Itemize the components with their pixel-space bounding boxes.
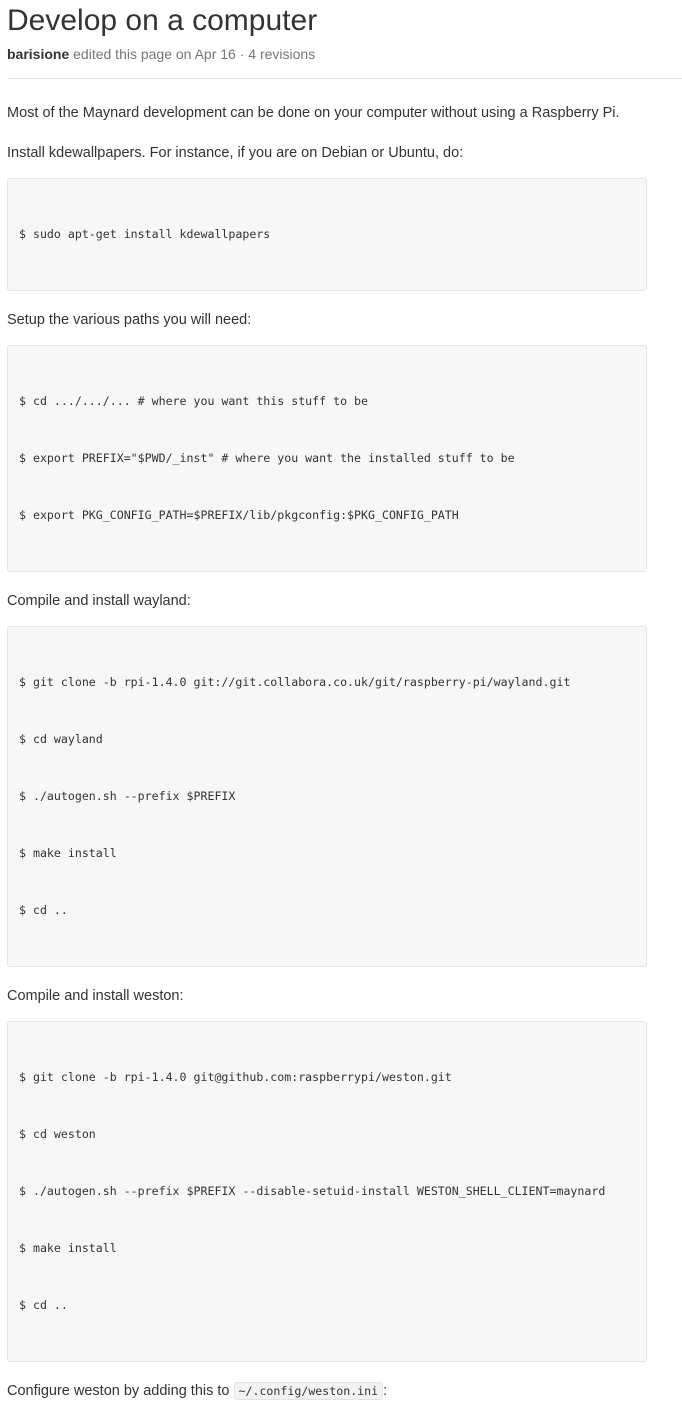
- code-line: $ cd ..: [19, 1298, 68, 1312]
- revisions-link[interactable]: 4 revisions: [248, 46, 315, 62]
- page-title: Develop on a computer: [7, 4, 318, 37]
- configure-weston-colon: :: [383, 1383, 388, 1399]
- code-line: $ make install: [19, 1241, 117, 1255]
- code-line: $ sudo apt-get install kdewallpapers: [19, 227, 271, 241]
- edit-info: edited this page on Apr 16: [73, 46, 236, 62]
- compile-weston-paragraph: Compile and install weston:: [7, 988, 184, 1004]
- weston-ini-path: ~/.config/weston.ini: [233, 1382, 384, 1400]
- setup-paths-paragraph: Setup the various paths you will need:: [7, 312, 252, 328]
- code-block-kde[interactable]: $ sudo apt-get install kdewallpapers: [7, 178, 647, 291]
- configure-weston-text: Configure weston by adding this to: [7, 1383, 230, 1399]
- code-line: $ ./autogen.sh --prefix $PREFIX: [19, 789, 236, 803]
- code-line: $ git clone -b rpi-1.4.0 git://git.colla…: [19, 675, 571, 689]
- configure-weston-paragraph: Configure weston by adding this to ~/.co…: [7, 1381, 682, 1401]
- meta-separator: ·: [239, 46, 245, 62]
- code-line: $ cd weston: [19, 1127, 96, 1141]
- code-line: $ git clone -b rpi-1.4.0 git@github.com:…: [19, 1070, 452, 1084]
- code-line: $ export PKG_CONFIG_PATH=$PREFIX/lib/pkg…: [19, 508, 459, 522]
- compile-wayland-paragraph: Compile and install wayland:: [7, 593, 191, 609]
- install-kde-paragraph: Install kdewallpapers. For instance, if …: [7, 145, 464, 161]
- page-meta: barisione edited this page on Apr 16 · 4…: [7, 44, 682, 64]
- header-divider: [7, 78, 682, 79]
- code-block-wayland[interactable]: $ git clone -b rpi-1.4.0 git://git.colla…: [7, 626, 647, 967]
- code-line: $ ./autogen.sh --prefix $PREFIX --disabl…: [19, 1184, 606, 1198]
- intro-paragraph: Most of the Maynard development can be d…: [7, 105, 620, 121]
- wiki-page: Develop on a computer barisione edited t…: [7, 0, 682, 1401]
- code-line: $ make install: [19, 846, 117, 860]
- author-link[interactable]: barisione: [7, 46, 69, 62]
- code-line: $ cd wayland: [19, 732, 103, 746]
- code-block-paths[interactable]: $ cd .../.../... # where you want this s…: [7, 345, 647, 572]
- code-block-weston[interactable]: $ git clone -b rpi-1.4.0 git@github.com:…: [7, 1021, 647, 1362]
- code-line: $ cd .../.../... # where you want this s…: [19, 394, 369, 408]
- code-line: $ export PREFIX="$PWD/_inst" # where you…: [19, 451, 515, 465]
- code-line: $ cd ..: [19, 903, 68, 917]
